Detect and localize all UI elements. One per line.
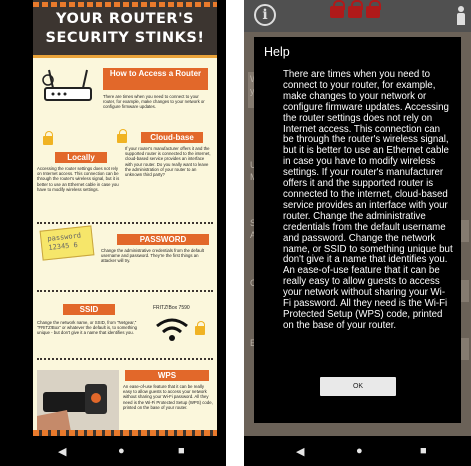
android-nav-bar: ◀ ● ■	[244, 436, 471, 466]
lock-icon	[195, 321, 205, 335]
lock-icon	[330, 0, 345, 18]
router-icon	[42, 69, 92, 101]
section-ssid: SSID FRITZ!Box 7590 Change the network n…	[33, 296, 217, 356]
background-field	[461, 220, 469, 242]
home-button[interactable]: ●	[118, 445, 125, 457]
back-button[interactable]: ◀	[296, 445, 304, 458]
section-access-methods: Cloud-base Locally If your router's manu…	[33, 126, 217, 216]
wifi-icon	[156, 318, 188, 341]
locally-text: Accessing the router settings does not r…	[37, 166, 120, 192]
section-divider	[37, 358, 213, 360]
dialog-title: Help	[264, 45, 290, 59]
section-password: password 12345 6 PASSWORD Change the adm…	[33, 225, 217, 286]
lock-icon	[43, 131, 53, 145]
recents-button[interactable]: ■	[178, 445, 185, 457]
infographic-title-line2: SECURITY STINKS!	[45, 30, 205, 46]
android-nav-bar: ◀ ● ■	[0, 436, 226, 466]
wps-text: An ease-of-use feature that it can be re…	[123, 384, 213, 410]
password-heading: PASSWORD	[117, 234, 209, 245]
wps-heading: WPS	[125, 370, 209, 381]
help-dialog: Help There are times when you need to co…	[254, 37, 461, 423]
lock-icon	[117, 129, 127, 143]
password-note: password 12345 6	[39, 225, 95, 261]
right-phone-screen: i W y U M S A C E Help There are times w…	[244, 0, 471, 466]
ok-button[interactable]: OK	[320, 377, 396, 396]
info-icon[interactable]: i	[254, 4, 276, 26]
cloud-base-heading: Cloud-base	[141, 132, 203, 143]
locally-heading: Locally	[55, 152, 107, 163]
wps-router-photo	[37, 370, 119, 432]
left-phone-screen: YOUR ROUTER'S SECURITY STINKS! How to Ac…	[0, 0, 226, 466]
lock-icon	[366, 0, 381, 18]
section-wps: WPS An ease-of-use feature that it can b…	[33, 364, 217, 436]
person-icon[interactable]	[457, 6, 465, 25]
password-text: Change the administrative credentials fr…	[101, 248, 204, 264]
section-divider	[37, 290, 213, 292]
cloud-base-text: If your router's manufacturer offers it …	[125, 146, 211, 178]
app-top-bar: i	[244, 0, 471, 32]
infographic-header: YOUR ROUTER'S SECURITY STINKS!	[33, 0, 217, 58]
how-to-access-heading: How to Access a Router	[103, 68, 208, 90]
lock-icon	[348, 0, 363, 18]
background-field	[461, 338, 469, 360]
background-field	[461, 280, 469, 302]
back-button[interactable]: ◀	[58, 445, 66, 458]
section-divider	[37, 222, 213, 224]
section-how-to-access: How to Access a Router There are times w…	[33, 62, 217, 124]
header-stripe	[33, 2, 217, 7]
recents-button[interactable]: ■	[420, 445, 427, 457]
ssid-heading: SSID	[63, 304, 115, 315]
infographic-title-line1: YOUR ROUTER'S	[56, 11, 194, 27]
dialog-message: There are times when you need to connect…	[283, 69, 453, 331]
home-button[interactable]: ●	[356, 445, 363, 457]
ssid-text: Change the network name, or SSID, from "…	[37, 320, 138, 336]
router-security-infographic: YOUR ROUTER'S SECURITY STINKS! How to Ac…	[33, 0, 217, 436]
how-to-access-text: There are times when you need to connect…	[103, 94, 205, 110]
ssid-example: FRITZ!Box 7590	[153, 305, 190, 311]
